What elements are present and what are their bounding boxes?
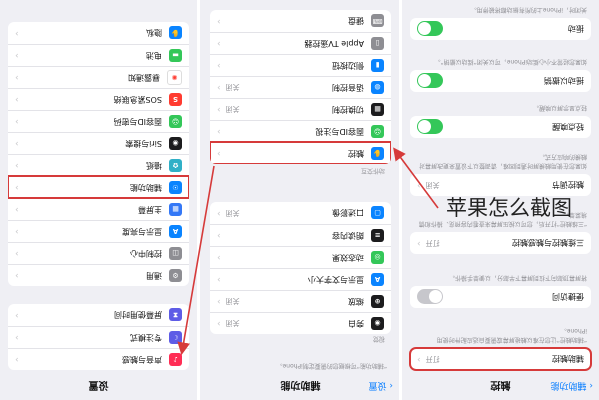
caption-text: 苹果怎么截图 [446,196,572,220]
arrow-to-accessibility [393,147,439,209]
arrow-to-touch [177,165,215,356]
screenshot-collage: ‹ 辅助功能 触控 辅助触控 打开 › “辅助触控”让您在难以触碰屏幕或需要自适… [0,0,599,400]
